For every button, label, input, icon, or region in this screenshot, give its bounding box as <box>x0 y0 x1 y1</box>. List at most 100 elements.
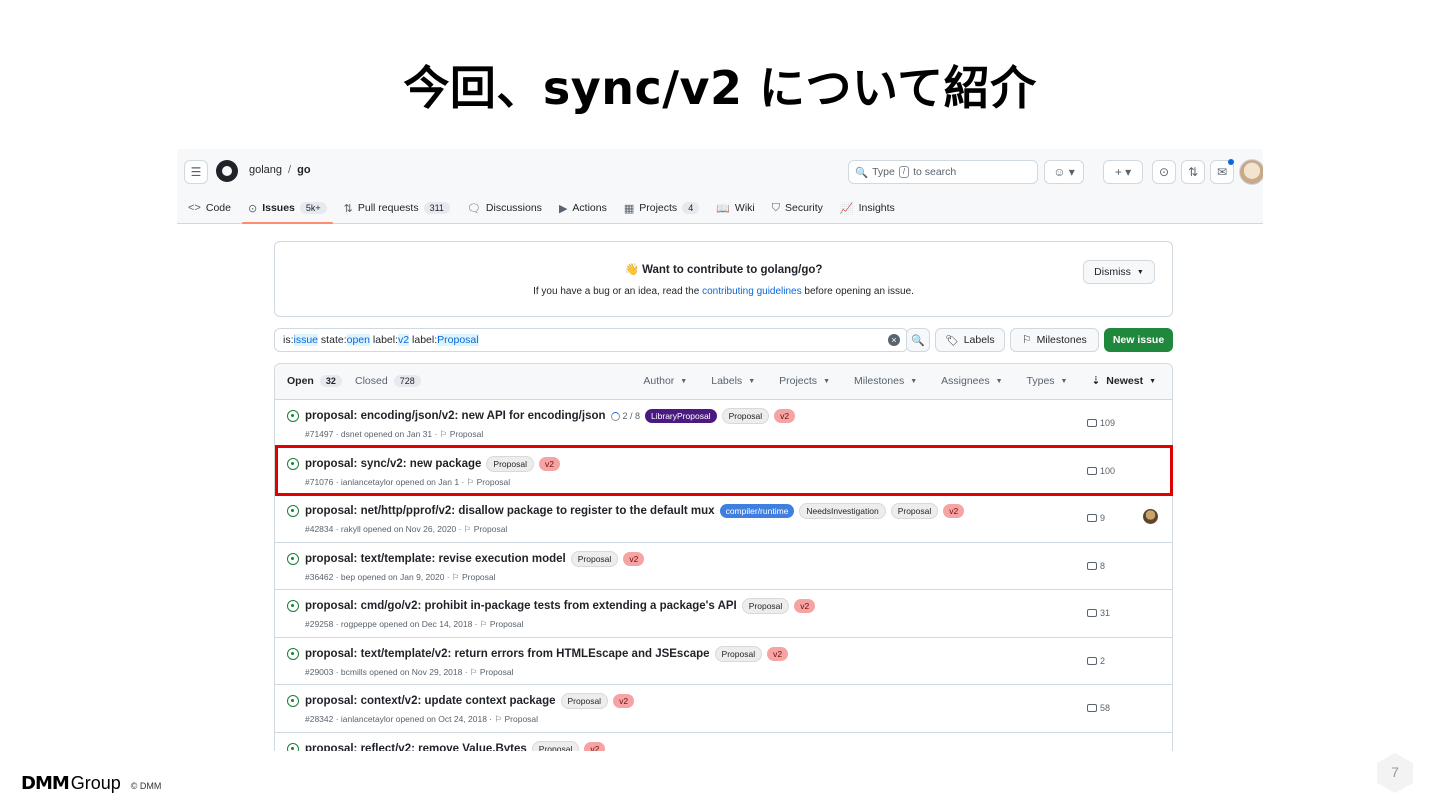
issue-row[interactable]: proposal: text/template: revise executio… <box>275 543 1172 590</box>
tab-code[interactable]: <> Code <box>188 199 231 217</box>
github-logo-icon[interactable] <box>216 160 238 182</box>
progress-ring-icon <box>610 411 620 421</box>
issue-label[interactable]: v2 <box>613 694 635 708</box>
issue-title-link[interactable]: proposal: text/template/v2: return error… <box>305 648 710 660</box>
issue-filter-input[interactable]: is: issue state: open label: v2 label: Propo… <box>274 328 908 352</box>
tab-label: Insights <box>858 202 895 214</box>
comment-count[interactable]: 31 <box>1087 608 1110 618</box>
issue-label[interactable]: v2 <box>774 409 796 423</box>
menu-icon[interactable]: ☰ <box>184 160 208 184</box>
tab-issues[interactable]: ⊙ Issues 5k+ <box>241 199 333 224</box>
tab-label: Wiki <box>734 202 755 214</box>
milestone-link[interactable]: Proposal <box>504 714 538 724</box>
comment-count[interactable]: 8 <box>1087 561 1105 571</box>
global-search-input[interactable]: 🔍 Type / to search <box>848 160 1038 184</box>
issue-label[interactable]: v2 <box>584 741 606 751</box>
comment-icon <box>1087 704 1097 712</box>
issue-label[interactable]: Proposal <box>531 740 580 751</box>
repo-owner-link[interactable]: golang <box>249 164 282 176</box>
comment-icon <box>1087 419 1097 427</box>
copilot-button[interactable]: ☺ ▾ <box>1044 160 1084 184</box>
open-issues-tab[interactable]: Open 32 <box>287 375 342 387</box>
assignee-avatar[interactable] <box>1143 509 1158 524</box>
issue-meta: #71497 · dsnet opened on Jan 31 · ⚐ Prop… <box>305 429 484 439</box>
tab-actions[interactable]: ▶ Actions <box>559 199 607 217</box>
issue-title-link[interactable]: proposal: cmd/go/v2: prohibit in-package… <box>305 600 737 612</box>
issue-opened-icon <box>287 410 299 422</box>
comment-icon <box>1087 609 1097 617</box>
milestones-button[interactable]: ⚐ Milestones <box>1010 328 1099 352</box>
tab-projects[interactable]: ▦ Projects 4 <box>624 199 700 217</box>
contributing-guidelines-link[interactable]: contributing guidelines <box>702 286 802 297</box>
clear-filter-icon[interactable]: × <box>888 334 900 346</box>
comment-count[interactable]: 2 <box>1087 656 1105 666</box>
issue-label[interactable]: Proposal <box>570 550 619 567</box>
issue-label[interactable]: Proposal <box>560 693 609 709</box>
filter-types[interactable]: Types ▼ <box>1027 375 1068 387</box>
issue-label[interactable]: v2 <box>943 504 965 518</box>
comment-count[interactable]: 9 <box>1087 513 1105 523</box>
repo-name-link[interactable]: go <box>297 164 310 176</box>
issues-icon[interactable]: ⊙ <box>1152 160 1176 184</box>
filter-projects[interactable]: Projects ▼ <box>779 375 830 387</box>
issue-label[interactable]: Proposal <box>741 598 790 614</box>
list-filters: Author ▼ Labels ▼ Projects ▼ Milestones ▼ Assign… <box>643 375 1156 387</box>
tab-security[interactable]: ⛉ Security <box>772 199 823 217</box>
filter-token: state: <box>318 334 347 346</box>
milestone-link[interactable]: Proposal <box>490 619 524 629</box>
issue-label[interactable]: Proposal <box>714 645 763 662</box>
issue-title-link[interactable]: proposal: encoding/json/v2: new API for … <box>305 410 606 422</box>
milestone-link[interactable]: Proposal <box>462 572 496 582</box>
open-count: 32 <box>319 375 342 387</box>
create-new-button[interactable]: + ▾ <box>1103 160 1143 184</box>
tab-wiki[interactable]: 📖 Wiki <box>716 199 755 217</box>
issue-title-link[interactable]: proposal: context/v2: update context pac… <box>305 695 556 707</box>
sort-dropdown[interactable]: ⇣ Newest ▼ <box>1091 375 1156 387</box>
comment-count[interactable]: 109 <box>1087 418 1115 428</box>
filter-labels[interactable]: Labels ▼ <box>711 375 755 387</box>
dismiss-button[interactable]: Dismiss ▼ <box>1083 260 1155 284</box>
shield-icon: ⛉ <box>771 201 780 214</box>
closed-issues-tab[interactable]: Closed 728 <box>355 375 421 387</box>
filter-author[interactable]: Author ▼ <box>643 375 687 387</box>
issue-label[interactable]: compiler/runtime <box>719 504 795 518</box>
milestone-link[interactable]: Proposal <box>450 429 484 439</box>
user-avatar[interactable] <box>1239 159 1263 185</box>
issue-row[interactable]: proposal: cmd/go/v2: prohibit in-package… <box>275 590 1172 638</box>
dmm-group-logo: DMM Group © DMM <box>21 773 162 794</box>
milestone-link[interactable]: Proposal <box>480 667 514 677</box>
tab-discussions[interactable]: 🗨 Discussions <box>467 199 542 217</box>
tab-pull-requests[interactable]: ⇅ Pull requests 311 <box>344 199 450 217</box>
issue-row[interactable]: proposal: context/v2: update context pac… <box>275 685 1172 733</box>
filter-token: issue <box>293 334 319 346</box>
issue-row[interactable]: proposal: encoding/json/v2: new API for … <box>275 400 1172 448</box>
issue-label[interactable]: Proposal <box>890 503 939 519</box>
issue-label[interactable]: v2 <box>767 646 789 661</box>
labels-button[interactable]: 🏷 Labels <box>935 328 1005 352</box>
tab-insights[interactable]: 📈 Insights <box>840 199 895 217</box>
issue-title-link[interactable]: proposal: net/http/pprof/v2: disallow pa… <box>305 505 715 517</box>
issue-row[interactable]: proposal: text/template/v2: return error… <box>275 638 1172 685</box>
milestone-link[interactable]: Proposal <box>474 524 508 534</box>
issue-row[interactable]: proposal: net/http/pprof/v2: disallow pa… <box>275 495 1172 543</box>
milestone-icon: ⚐ <box>494 714 505 724</box>
issue-label[interactable]: Proposal <box>721 408 770 424</box>
filter-token: label: <box>409 334 438 346</box>
issue-label[interactable]: v2 <box>794 599 816 613</box>
comment-count[interactable]: 58 <box>1087 703 1110 713</box>
issue-title-link[interactable]: proposal: text/template: revise executio… <box>305 553 566 565</box>
issue-title-link[interactable]: proposal: reflect/v2: remove Value.Bytes <box>305 743 527 752</box>
filter-milestones[interactable]: Milestones ▼ <box>854 375 917 387</box>
issue-label[interactable]: v2 <box>623 551 645 566</box>
pull-requests-icon[interactable]: ⇅ <box>1181 160 1205 184</box>
filter-token: open <box>346 334 370 346</box>
new-issue-button[interactable]: New issue <box>1104 328 1173 352</box>
issue-meta: #29003 · bcmills opened on Nov 29, 2018 … <box>305 666 514 677</box>
issue-label[interactable]: LibraryProposal <box>645 409 717 423</box>
task-progress: 2 / 8 <box>610 411 640 421</box>
issue-label[interactable]: NeedsInvestigation <box>799 503 886 519</box>
issue-opened-icon <box>287 695 299 707</box>
filter-assignees[interactable]: Assignees ▼ <box>941 375 1002 387</box>
search-icon[interactable]: 🔍 <box>906 328 930 352</box>
issue-row[interactable]: proposal: reflect/v2: remove Value.Bytes… <box>275 733 1172 752</box>
